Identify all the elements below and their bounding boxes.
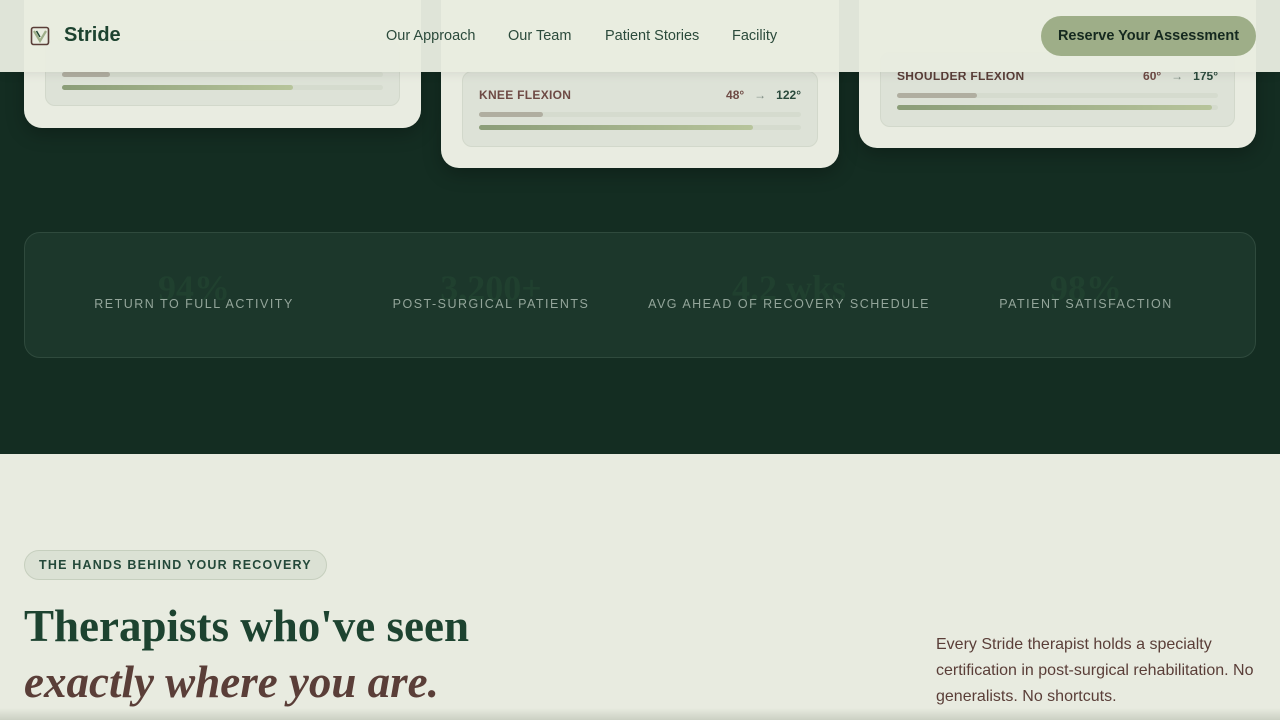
stat-label: RETURN TO FULL ACTIVITY [94,297,294,311]
stat-item: 98% PATIENT SATISFACTION [936,233,1236,311]
section-heading: Therapists who've seen [24,601,470,651]
section-heading-italic: exactly where you are. [24,657,439,707]
section-eyebrow: THE HANDS BEHIND YOUR RECOVERY [24,550,327,580]
nav-link-our-approach[interactable]: Our Approach [386,28,475,44]
nav-link-our-team[interactable]: Our Team [508,28,571,44]
stats-panel: 94% RETURN TO FULL ACTIVITY 3,200+ POST-… [24,232,1256,358]
stat-label: POST-SURGICAL PATIENTS [392,297,590,311]
section-description: Every Stride therapist holds a specialty… [936,636,1254,705]
stat-label: PATIENT SATISFACTION [999,297,1173,311]
after-progress-bar [479,125,801,130]
brand-name[interactable]: Stride [64,24,121,47]
before-value: 48° [726,88,745,102]
before-progress-bar [62,72,383,77]
stat-label: AVG AHEAD OF RECOVERY SCHEDULE [648,297,930,311]
nav-link-facility[interactable]: Facility [732,28,777,44]
reserve-assessment-button[interactable]: Reserve Your Assessment [1041,16,1256,56]
after-progress-bar [62,85,383,90]
scroll-fade [0,708,1280,720]
site-header: Stride Our Approach Our Team Patient Sto… [0,0,1280,72]
progress-metric: KNEE FLEXION 48° → 122° [462,71,818,147]
stat-item: 94% RETURN TO FULL ACTIVITY [44,233,344,311]
nav-link-patient-stories[interactable]: Patient Stories [605,28,699,44]
arrow-right-icon: → [754,88,767,102]
before-progress-bar [479,112,801,117]
metric-name: KNEE FLEXION [479,88,572,102]
after-progress-bar [897,105,1218,110]
before-progress-bar [897,93,1218,98]
stat-item: 3,200+ POST-SURGICAL PATIENTS [341,233,641,311]
shield-leaf-icon[interactable] [30,26,50,46]
stat-item: 4.2 wks AVG AHEAD OF RECOVERY SCHEDULE [639,233,939,311]
after-value: 122° [776,88,801,102]
